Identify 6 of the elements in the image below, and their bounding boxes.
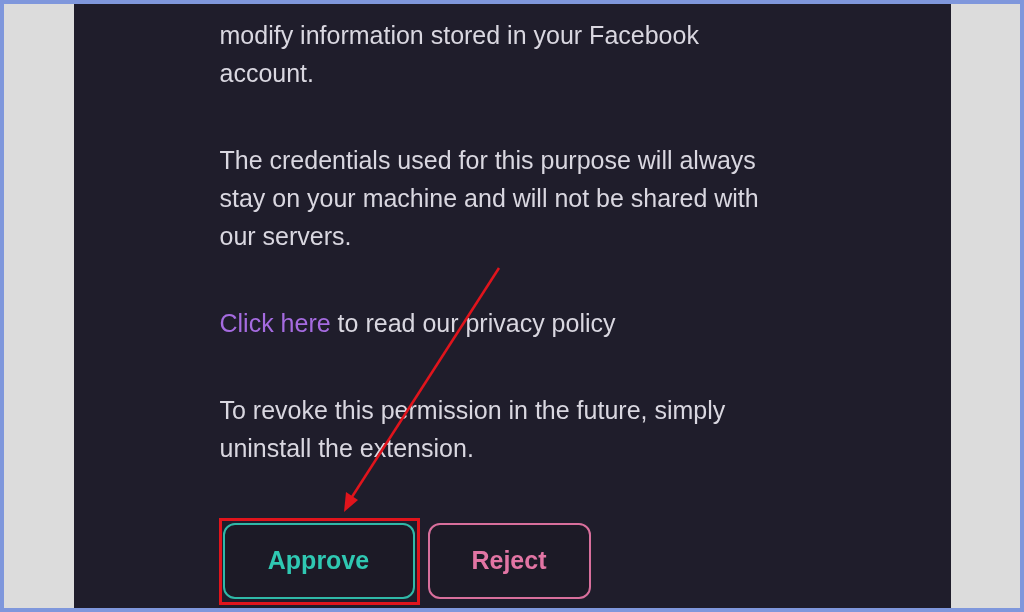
info-paragraph: modify information stored in your Facebook account.: [219, 20, 699, 89]
privacy-link[interactable]: Click here: [219, 309, 331, 337]
reject-button[interactable]: Reject: [427, 523, 591, 599]
privacy-sentence: Click here to read our privacy policy: [219, 308, 616, 339]
approve-button[interactable]: Approve: [222, 523, 415, 599]
info-paragraph: The credentials used for this purpose will always stay on your machine and will not be shared with our servers.: [219, 145, 759, 252]
